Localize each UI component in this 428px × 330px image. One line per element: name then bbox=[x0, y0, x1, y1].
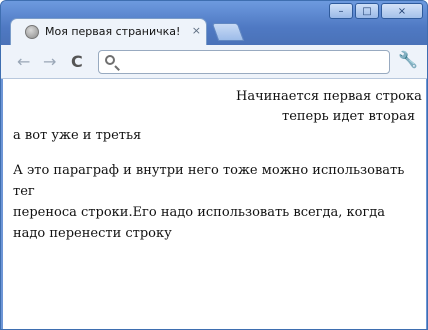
text-line-2: теперь идет вторая bbox=[282, 109, 416, 124]
paragraph-line-3: переноса строки.Его надо использовать вс… bbox=[13, 205, 386, 220]
maximize-button[interactable]: □ bbox=[355, 3, 379, 19]
browser-tab[interactable]: Моя первая страничка! × bbox=[10, 18, 207, 45]
browser-window: – □ × Моя первая страничка! × ← → C 🔧 На… bbox=[0, 0, 428, 330]
close-window-button[interactable]: × bbox=[381, 3, 423, 19]
reload-icon[interactable]: C bbox=[71, 53, 83, 71]
paragraph-line-2: тег bbox=[13, 184, 35, 199]
forward-arrow-icon[interactable]: → bbox=[43, 53, 56, 71]
paragraph-line-4: надо перенести строку bbox=[13, 226, 172, 241]
back-arrow-icon[interactable]: ← bbox=[17, 53, 30, 71]
text-line-1: Начинается первая строка bbox=[236, 89, 422, 104]
search-icon bbox=[105, 55, 115, 65]
new-tab-button[interactable] bbox=[211, 23, 245, 41]
page-content: Начинается первая строка теперь идет вто… bbox=[3, 79, 426, 329]
browser-toolbar: ← → C 🔧 bbox=[1, 45, 427, 79]
address-bar[interactable] bbox=[98, 50, 390, 74]
globe-icon bbox=[25, 25, 39, 39]
tab-title: Моя первая страничка! bbox=[45, 25, 181, 38]
title-bar: – □ × Моя первая страничка! × bbox=[1, 1, 427, 45]
close-tab-icon[interactable]: × bbox=[192, 24, 201, 37]
text-line-3: а вот уже и третья bbox=[13, 128, 142, 143]
wrench-icon[interactable]: 🔧 bbox=[398, 51, 418, 69]
paragraph-line-1: А это параграф и внутри него тоже можно … bbox=[13, 163, 405, 178]
window-controls: – □ × bbox=[329, 3, 423, 19]
minimize-button[interactable]: – bbox=[329, 3, 353, 19]
